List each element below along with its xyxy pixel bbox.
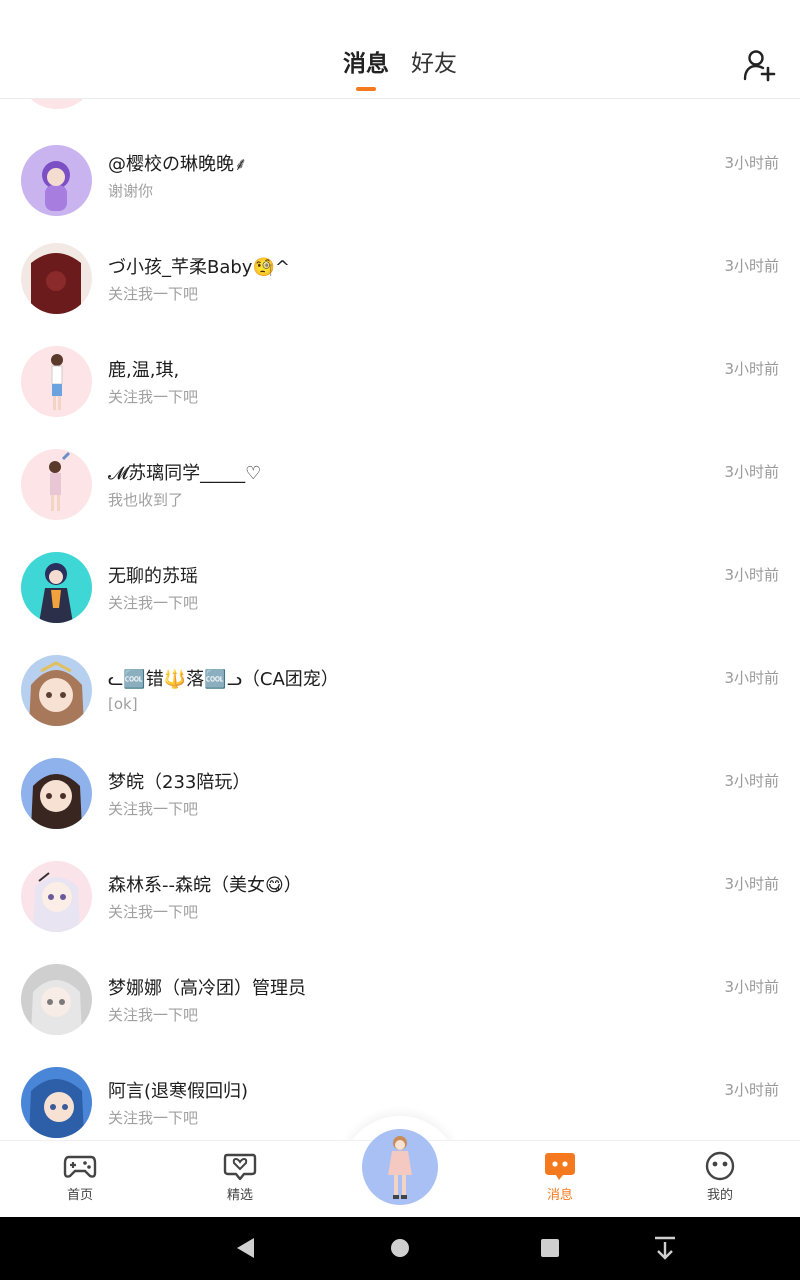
conversation-time: 3小时前 xyxy=(724,1081,779,1099)
avatar xyxy=(21,346,92,417)
system-navigation-bar xyxy=(0,1217,800,1280)
conversation-preview: 关注我一下吧 xyxy=(108,903,199,921)
conversation-row[interactable]: 梦皖（233陪玩） 关注我一下吧 3小时前 xyxy=(0,753,800,856)
home-button[interactable] xyxy=(388,1235,412,1265)
conversation-time: 3小时前 xyxy=(724,463,779,481)
conversation-preview: 关注我一下吧 xyxy=(108,1006,199,1024)
conversation-row[interactable]: づ小孩_芊柔Baby🧐^ 关注我一下吧 3小时前 xyxy=(0,238,800,341)
recents-button[interactable] xyxy=(538,1235,562,1265)
conversation-row[interactable]: 无聊的苏瑶 关注我一下吧 3小时前 xyxy=(0,547,800,650)
notification-pull-icon xyxy=(655,1236,675,1260)
message-icon xyxy=(545,1153,575,1180)
nav-home[interactable]: 首页 xyxy=(40,1151,120,1203)
top-header: 消息 好友 xyxy=(0,0,800,99)
conversation-name: 无聊的苏瑶 xyxy=(108,566,198,587)
tab-messages-label: 消息 xyxy=(343,51,389,77)
conversation-time: 3小时前 xyxy=(724,669,779,687)
conversation-row[interactable]: ᓚ🆒错🔱落🆒ᓗ（CA团宠） [ok] 3小时前 xyxy=(0,650,800,753)
conversation-list[interactable]: @樱校の琳晚晚⸙ 谢谢你 3小时前 づ小孩_芊柔Baby🧐^ 关注我一下吧 3小… xyxy=(0,99,800,1140)
person-add-icon xyxy=(743,50,776,82)
conversation-preview: 关注我一下吧 xyxy=(108,800,199,818)
conversation-name: 梦皖（233陪玩） xyxy=(108,772,251,793)
avatar xyxy=(22,99,92,109)
conversation-preview: 关注我一下吧 xyxy=(108,285,199,303)
conversation-row[interactable]: 梦娜娜（高冷团）管理员 关注我一下吧 3小时前 xyxy=(0,959,800,1062)
nav-profile-label: 我的 xyxy=(706,1188,733,1203)
tab-friends-label: 好友 xyxy=(411,51,457,77)
avatar xyxy=(388,1136,412,1199)
nav-featured[interactable]: 精选 xyxy=(200,1151,280,1203)
avatar xyxy=(21,243,92,314)
avatar xyxy=(21,655,92,726)
notification-pull-button[interactable] xyxy=(652,1235,678,1265)
avatar xyxy=(21,145,92,216)
nav-profile[interactable]: 我的 xyxy=(680,1151,760,1203)
tab-messages[interactable]: 消息 xyxy=(343,46,389,91)
home-icon xyxy=(391,1239,409,1257)
conversation-row[interactable]: 𝓜苏璃同学_____♡ 我也收到了 3小时前 xyxy=(0,444,800,547)
avatar xyxy=(21,449,92,520)
back-button[interactable] xyxy=(234,1235,258,1265)
avatar xyxy=(21,964,92,1035)
conversation-preview: 我也收到了 xyxy=(108,491,184,509)
conversation-name: づ小孩_芊柔Baby🧐^ xyxy=(108,257,290,278)
gamepad-icon xyxy=(63,1155,97,1178)
avatar xyxy=(21,861,92,932)
face-icon xyxy=(705,1151,735,1181)
conversation-time: 3小时前 xyxy=(724,978,779,996)
active-tab-indicator xyxy=(356,87,376,91)
conversation-time: 3小时前 xyxy=(724,257,779,275)
heart-chat-icon xyxy=(223,1153,257,1181)
conversation-time: 3小时前 xyxy=(724,875,779,893)
nav-featured-label: 精选 xyxy=(226,1188,253,1203)
avatar xyxy=(21,552,92,623)
avatar xyxy=(21,1067,92,1138)
conversation-time: 3小时前 xyxy=(724,154,779,172)
nav-home-label: 首页 xyxy=(66,1188,93,1203)
center-avatar-button[interactable] xyxy=(362,1129,438,1205)
conversation-name: @樱校の琳晚晚⸙ xyxy=(108,154,248,175)
conversation-name: ᓚ🆒错🔱落🆒ᓗ（CA团宠） xyxy=(108,669,339,690)
conversation-preview: 关注我一下吧 xyxy=(108,388,199,406)
nav-messages-label: 消息 xyxy=(546,1188,573,1203)
conversation-preview: [ok] xyxy=(108,695,138,713)
conversation-row[interactable]: @樱校の琳晚晚⸙ 谢谢你 3小时前 xyxy=(0,135,800,238)
conversation-preview: 关注我一下吧 xyxy=(108,594,199,612)
conversation-name: 鹿,温,琪, xyxy=(108,360,180,381)
back-icon xyxy=(237,1238,254,1258)
conversation-name: 森林系--森皖（美女😋） xyxy=(108,875,302,896)
add-friend-button[interactable] xyxy=(742,48,776,82)
conversation-time: 3小时前 xyxy=(724,772,779,790)
conversation-time: 3小时前 xyxy=(724,360,779,378)
message-tabs: 消息 好友 xyxy=(0,46,800,91)
recents-icon xyxy=(541,1239,559,1257)
conversation-name: 阿言(退寒假回归) xyxy=(108,1081,249,1102)
nav-messages[interactable]: 消息 xyxy=(520,1151,600,1203)
tab-friends[interactable]: 好友 xyxy=(411,46,457,82)
conversation-preview: 关注我一下吧 xyxy=(108,1109,199,1127)
conversation-name: 𝓜苏璃同学_____♡ xyxy=(108,463,262,484)
conversation-preview: 谢谢你 xyxy=(108,182,154,200)
conversation-name: 梦娜娜（高冷团）管理员 xyxy=(108,978,306,999)
avatar xyxy=(21,758,92,829)
conversation-row[interactable]: 森林系--森皖（美女😋） 关注我一下吧 3小时前 xyxy=(0,856,800,959)
conversation-row[interactable]: 鹿,温,琪, 关注我一下吧 3小时前 xyxy=(0,341,800,444)
conversation-time: 3小时前 xyxy=(724,566,779,584)
